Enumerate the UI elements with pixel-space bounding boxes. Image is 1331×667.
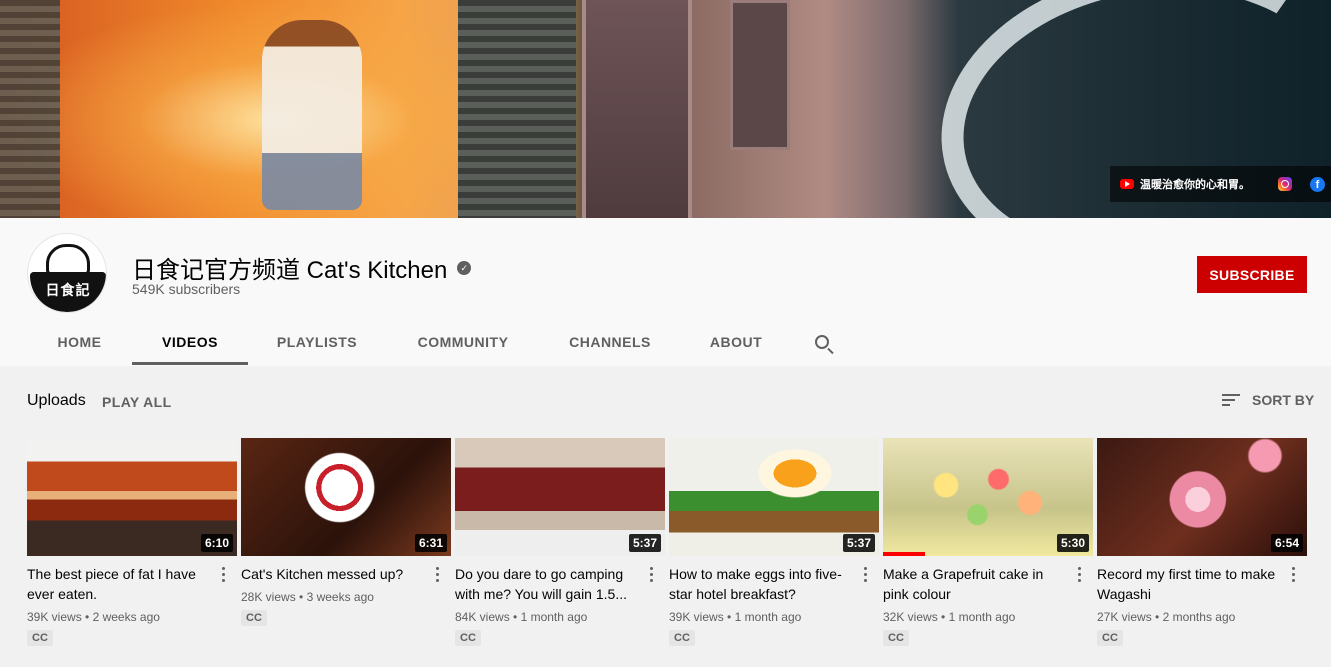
channel-name: 日食记官方频道 Cat's Kitchen <box>132 257 448 284</box>
channel-tabs: HOME VIDEOS PLAYLISTS COMMUNITY CHANNELS… <box>27 318 852 366</box>
video-title[interactable]: Do you dare to go camping with me? You w… <box>455 564 665 604</box>
video-card[interactable]: 6:10 The best piece of fat I have ever e… <box>27 438 237 646</box>
video-views: 28K views <box>241 590 296 604</box>
tab-playlists[interactable]: PLAYLISTS <box>248 318 386 366</box>
video-title[interactable]: How to make eggs into five-star hotel br… <box>669 564 879 604</box>
video-duration: 5:30 <box>1056 534 1089 552</box>
verified-icon: ✓ <box>457 260 472 275</box>
banner-art-shutter <box>0 0 60 218</box>
video-duration: 6:10 <box>200 534 233 552</box>
video-age: 1 month ago <box>520 610 588 624</box>
video-card[interactable]: 5:30 Make a Grapefruit cake in pink colo… <box>883 438 1093 646</box>
play-all-button[interactable]: PLAY ALL <box>102 394 172 410</box>
video-thumbnail[interactable]: 6:10 <box>27 438 237 556</box>
video-duration: 5:37 <box>628 534 661 552</box>
cc-badge: CC <box>241 610 267 626</box>
sort-icon <box>1222 393 1240 407</box>
video-duration: 6:54 <box>1270 534 1303 552</box>
more-options-icon[interactable] <box>1287 564 1299 584</box>
video-views: 27K views <box>1097 610 1152 624</box>
tab-home[interactable]: HOME <box>27 318 132 366</box>
cc-badge: CC <box>455 630 481 646</box>
more-options-icon[interactable] <box>217 564 229 584</box>
video-age: 1 month ago <box>734 610 802 624</box>
banner-art-window <box>582 0 692 218</box>
banner-links: 温暖治愈你的心和胃。 f <box>1110 166 1331 202</box>
video-thumbnail[interactable]: 6:31 <box>241 438 451 556</box>
watch-progress-bar <box>883 552 925 556</box>
more-options-icon[interactable] <box>431 564 443 584</box>
video-age: 2 weeks ago <box>92 610 160 624</box>
video-grid: 6:10 The best piece of fat I have ever e… <box>27 438 1307 646</box>
video-title[interactable]: Cat's Kitchen messed up? <box>241 564 451 584</box>
video-title[interactable]: Record my first time to make Wagashi <box>1097 564 1307 604</box>
sort-by-label: SORT BY <box>1252 392 1315 408</box>
banner-art-person <box>262 20 362 210</box>
banner-art-light <box>0 0 460 218</box>
cc-badge: CC <box>669 630 695 646</box>
avatar[interactable]: 日食記 <box>27 233 107 313</box>
facebook-icon[interactable]: f <box>1310 176 1325 192</box>
video-thumbnail[interactable]: 5:37 <box>455 438 665 556</box>
avatar-text: 日食記 <box>45 282 91 298</box>
video-title[interactable]: Make a Grapefruit cake in pink colour <box>883 564 1093 604</box>
video-meta: 39K views • 2 weeks ago <box>27 610 160 624</box>
cc-badge: CC <box>27 630 53 646</box>
video-views: 84K views <box>455 610 510 624</box>
channel-header: 日食記 日食记官方频道 Cat's Kitchen ✓ 549K subscri… <box>0 218 1331 366</box>
video-meta: 39K views • 1 month ago <box>669 610 802 624</box>
search-icon <box>815 335 829 349</box>
cc-badge: CC <box>1097 630 1123 646</box>
video-views: 39K views <box>27 610 82 624</box>
video-meta: 27K views • 2 months ago <box>1097 610 1236 624</box>
channel-search-button[interactable] <box>792 318 852 366</box>
video-card[interactable]: 6:31 Cat's Kitchen messed up? 28K views … <box>241 438 451 646</box>
banner-link-text[interactable]: 温暖治愈你的心和胃。 <box>1140 176 1250 192</box>
instagram-icon[interactable] <box>1278 177 1292 191</box>
video-meta: 84K views • 1 month ago <box>455 610 588 624</box>
video-duration: 5:37 <box>842 534 875 552</box>
subscribe-button[interactable]: SUBSCRIBE <box>1197 256 1307 293</box>
uploads-heading[interactable]: Uploads <box>27 392 86 410</box>
video-card[interactable]: 6:54 Record my first time to make Wagash… <box>1097 438 1307 646</box>
video-age: 1 month ago <box>948 610 1016 624</box>
video-thumbnail[interactable]: 5:37 <box>669 438 879 556</box>
cc-badge: CC <box>883 630 909 646</box>
tab-community[interactable]: COMMUNITY <box>386 318 540 366</box>
tab-channels[interactable]: CHANNELS <box>540 318 680 366</box>
video-meta: 28K views • 3 weeks ago <box>241 590 374 604</box>
video-age: 2 months ago <box>1162 610 1236 624</box>
channel-banner: 温暖治愈你的心和胃。 f <box>0 0 1331 218</box>
subscriber-count: 549K subscribers <box>132 281 241 297</box>
youtube-icon[interactable] <box>1120 179 1134 189</box>
sort-by-button[interactable]: SORT BY <box>1222 392 1314 408</box>
video-card[interactable]: 5:37 Do you dare to go camping with me? … <box>455 438 665 646</box>
more-options-icon[interactable] <box>645 564 657 584</box>
banner-art-shutter <box>458 0 576 218</box>
video-thumbnail[interactable]: 6:54 <box>1097 438 1307 556</box>
tab-videos[interactable]: VIDEOS <box>132 318 248 366</box>
video-card[interactable]: 5:37 How to make eggs into five-star hot… <box>669 438 879 646</box>
more-options-icon[interactable] <box>859 564 871 584</box>
video-age: 3 weeks ago <box>306 590 374 604</box>
video-title[interactable]: The best piece of fat I have ever eaten. <box>27 564 237 604</box>
video-views: 32K views <box>883 610 938 624</box>
tab-about[interactable]: ABOUT <box>680 318 792 366</box>
channel-title: 日食记官方频道 Cat's Kitchen ✓ <box>132 250 472 285</box>
video-views: 39K views <box>669 610 724 624</box>
video-meta: 32K views • 1 month ago <box>883 610 1016 624</box>
video-duration: 6:31 <box>414 534 447 552</box>
video-thumbnail[interactable]: 5:30 <box>883 438 1093 556</box>
banner-art-window <box>730 0 790 150</box>
more-options-icon[interactable] <box>1073 564 1085 584</box>
